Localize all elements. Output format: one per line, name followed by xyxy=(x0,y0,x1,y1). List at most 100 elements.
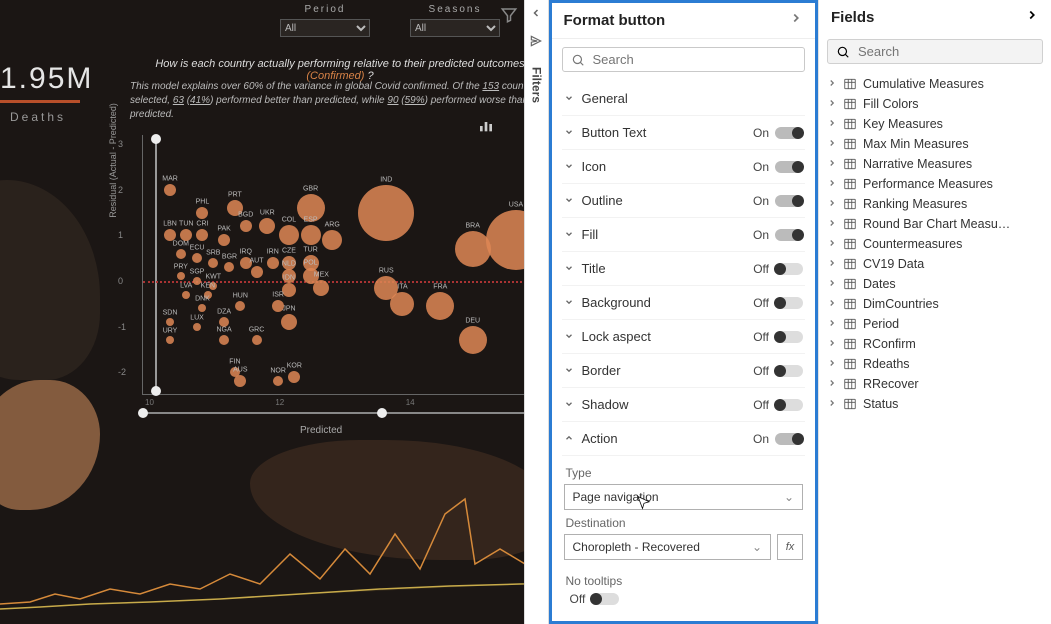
switch[interactable] xyxy=(775,365,803,377)
format-search[interactable] xyxy=(562,47,806,72)
bubble-DZA[interactable] xyxy=(219,317,229,327)
format-section-general[interactable]: General xyxy=(562,82,806,116)
bubble-AUT[interactable] xyxy=(251,266,263,278)
period-dropdown[interactable]: All xyxy=(280,19,370,37)
chevron-right-icon[interactable] xyxy=(1025,8,1039,27)
chevron-right-icon[interactable] xyxy=(827,77,837,91)
bubble-PHL[interactable] xyxy=(196,207,208,219)
field-table-rconfirm[interactable]: RConfirm xyxy=(825,334,1045,354)
bubble-NOR[interactable] xyxy=(273,376,283,386)
x-slider-track[interactable] xyxy=(142,412,524,414)
bubble-FRA[interactable] xyxy=(426,292,454,320)
chevron-right-icon[interactable] xyxy=(827,97,837,111)
toggle-icon[interactable]: On xyxy=(753,160,803,174)
bubble-SRB[interactable] xyxy=(208,258,218,268)
bubble-ARG[interactable] xyxy=(322,230,342,250)
field-table-fill-colors[interactable]: Fill Colors xyxy=(825,94,1045,114)
bubble-KOR[interactable] xyxy=(288,371,300,383)
format-section-title[interactable]: TitleOff xyxy=(562,252,806,286)
bubble-COL[interactable] xyxy=(279,225,299,245)
switch[interactable] xyxy=(775,127,803,139)
bubble-USA[interactable] xyxy=(486,210,524,270)
field-table-countermeasures[interactable]: Countermeasures xyxy=(825,234,1045,254)
switch[interactable] xyxy=(591,593,619,605)
format-section-border[interactable]: BorderOff xyxy=(562,354,806,388)
chevron-down-icon[interactable] xyxy=(564,193,574,208)
bubble-JPN[interactable] xyxy=(281,314,297,330)
bubble-PAK[interactable] xyxy=(218,234,230,246)
bubble-GRC[interactable] xyxy=(252,335,262,345)
chevron-down-icon[interactable] xyxy=(564,261,574,276)
filters-pane-collapsed[interactable]: Filters xyxy=(524,0,548,624)
bubble-AUS[interactable] xyxy=(234,375,246,387)
format-search-input[interactable] xyxy=(593,52,797,67)
chevron-right-icon[interactable] xyxy=(827,277,837,291)
chevron-right-icon[interactable] xyxy=(827,337,837,351)
chevron-down-icon[interactable] xyxy=(564,159,574,174)
field-table-round-bar-chart-measu-[interactable]: Round Bar Chart Measu… xyxy=(825,214,1045,234)
field-table-rrecover[interactable]: RRecover xyxy=(825,374,1045,394)
chevron-down-icon[interactable] xyxy=(564,329,574,344)
field-table-rdeaths[interactable]: Rdeaths xyxy=(825,354,1045,374)
toggle-lock-aspect[interactable]: Off xyxy=(753,330,803,344)
chevron-right-icon[interactable] xyxy=(827,157,837,171)
fields-search[interactable] xyxy=(827,39,1043,64)
bubble-ITA[interactable] xyxy=(390,292,414,316)
field-table-dates[interactable]: Dates xyxy=(825,274,1045,294)
chevron-right-icon[interactable] xyxy=(789,11,803,30)
format-section-fill[interactable]: FillOn xyxy=(562,218,806,252)
bubble-BGD[interactable] xyxy=(240,220,252,232)
bubble-SDN[interactable] xyxy=(166,318,174,326)
bubble-MEX[interactable] xyxy=(313,280,329,296)
bubble-ESP[interactable] xyxy=(301,225,321,245)
seasons-dropdown[interactable]: All xyxy=(410,19,500,37)
x-slider-knob-left[interactable] xyxy=(138,408,148,418)
field-table-dimcountries[interactable]: DimCountries xyxy=(825,294,1045,314)
chevron-down-icon[interactable] xyxy=(564,91,574,106)
bubble-IDN[interactable] xyxy=(282,283,296,297)
bubble-ECU[interactable] xyxy=(192,253,202,263)
switch[interactable] xyxy=(775,195,803,207)
field-table-key-measures[interactable]: Key Measures xyxy=(825,114,1045,134)
chevron-right-icon[interactable] xyxy=(827,317,837,331)
chevron-right-icon[interactable] xyxy=(827,177,837,191)
scatter-plot[interactable]: Residual (Actual - Predicted) -2-10123 M… xyxy=(120,130,524,420)
type-dropdown[interactable]: Page navigation⌄ xyxy=(564,484,804,510)
fx-button[interactable]: fx xyxy=(777,534,803,560)
bubble-IND[interactable] xyxy=(358,185,414,241)
chevron-right-icon[interactable] xyxy=(827,217,837,231)
toggle-button-text[interactable]: On xyxy=(753,126,803,140)
bubble-LUX[interactable] xyxy=(193,323,201,331)
bubble-CRI[interactable] xyxy=(196,229,208,241)
field-table-performance-measures[interactable]: Performance Measures xyxy=(825,174,1045,194)
y-slider-knob-bottom[interactable] xyxy=(151,386,161,396)
chevron-right-icon[interactable] xyxy=(827,257,837,271)
share-icon[interactable] xyxy=(529,34,543,53)
bubble-HUN[interactable] xyxy=(235,301,245,311)
switch[interactable] xyxy=(775,229,803,241)
chevron-right-icon[interactable] xyxy=(827,397,837,411)
y-slider-knob-top[interactable] xyxy=(151,134,161,144)
field-table-period[interactable]: Period xyxy=(825,314,1045,334)
chevron-down-icon[interactable] xyxy=(564,397,574,412)
toggle-action[interactable]: On xyxy=(753,432,803,446)
bubble-URY[interactable] xyxy=(166,336,174,344)
bubble-UKR[interactable] xyxy=(259,218,275,234)
chevron-right-icon[interactable] xyxy=(827,237,837,251)
switch[interactable] xyxy=(775,433,803,445)
chevron-down-icon[interactable] xyxy=(564,295,574,310)
toggle-border[interactable]: Off xyxy=(753,364,803,378)
bubble-LVA[interactable] xyxy=(182,291,190,299)
filter-funnel-icon[interactable] xyxy=(500,6,518,29)
fields-search-input[interactable] xyxy=(858,44,1034,59)
field-table-ranking-measures[interactable]: Ranking Measures xyxy=(825,194,1045,214)
format-section-background[interactable]: BackgroundOff xyxy=(562,286,806,320)
format-section-icon[interactable]: IconOn xyxy=(562,150,806,184)
switch[interactable] xyxy=(775,399,803,411)
chevron-up-icon[interactable] xyxy=(564,431,574,446)
toggle-shadow[interactable]: Off xyxy=(753,398,803,412)
format-section-outline[interactable]: OutlineOn xyxy=(562,184,806,218)
format-section-lock-aspect[interactable]: Lock aspectOff xyxy=(562,320,806,354)
field-table-cumulative-measures[interactable]: Cumulative Measures xyxy=(825,74,1045,94)
bubble-IRN[interactable] xyxy=(267,257,279,269)
